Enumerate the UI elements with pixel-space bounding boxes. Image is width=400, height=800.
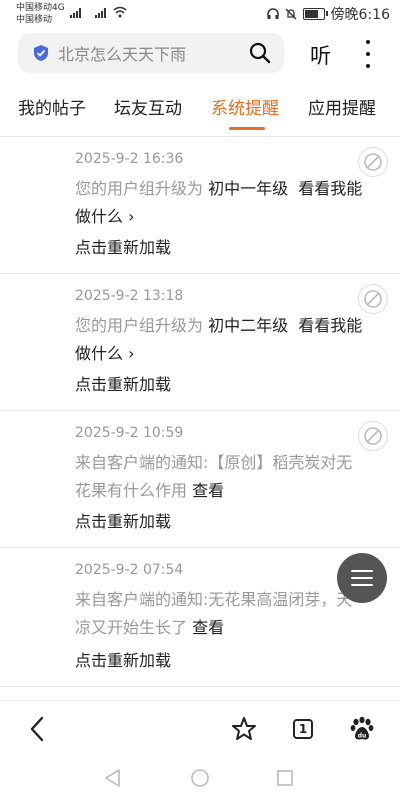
star-icon[interactable]: [228, 713, 260, 745]
mute-bell-icon: [285, 8, 297, 20]
wifi-icon: [113, 6, 127, 18]
tab-system-alerts[interactable]: 系统提醒: [211, 94, 279, 119]
reload-link[interactable]: 点击重新加载: [75, 508, 171, 532]
baidu-paw-icon[interactable]: du: [346, 713, 378, 745]
active-tab-indicator: [229, 127, 265, 130]
back-arrow-icon[interactable]: [22, 713, 54, 745]
signal-icon: [70, 8, 81, 18]
ban-icon[interactable]: [358, 284, 388, 314]
status-bar: 中国移动4G 中国移动 傍晚6:16: [0, 0, 400, 26]
reload-link[interactable]: 点击重新加载: [75, 371, 171, 395]
browser-toolbar: 1 du: [0, 700, 400, 757]
reload-link[interactable]: 点击重新加载: [75, 647, 171, 671]
carrier-info: 中国移动4G 中国移动: [16, 2, 65, 26]
notification-time: 2025-9-2 10:59: [75, 425, 184, 441]
notification-message: 来自客户端的通知:【原创】稻壳炭对无花果有什么作用 查看: [75, 449, 365, 505]
search-bar[interactable]: 北京怎么天天下雨: [18, 33, 284, 73]
ban-icon[interactable]: [358, 147, 388, 177]
notification-item[interactable]: 2025-9-2 13:18 您的用户组升级为 初中二年级 看看我能做什么 › …: [0, 274, 400, 411]
reload-link[interactable]: 点击重新加载: [75, 234, 171, 258]
view-link[interactable]: 查看: [192, 618, 224, 637]
shield-check-icon: [34, 45, 48, 61]
system-nav-bar: [0, 756, 400, 800]
circle-home-icon[interactable]: [190, 768, 210, 788]
user-group-name: 初中二年级: [208, 316, 289, 335]
message-text: 您的用户组升级为: [75, 179, 204, 198]
svg-text:du: du: [358, 733, 367, 740]
notification-message: 来自客户端的通知:无花果高温闭芽，天凉又开始生长了 查看: [75, 586, 360, 642]
header: 北京怎么天天下雨 听: [0, 30, 400, 80]
listen-button[interactable]: 听: [310, 40, 331, 70]
triangle-back-icon[interactable]: [104, 768, 122, 788]
notification-message: 您的用户组升级为 初中一年级 看看我能做什么 ›: [75, 175, 365, 231]
square-recent-icon[interactable]: [276, 769, 294, 787]
user-group-name: 初中一年级: [208, 179, 289, 198]
notification-item[interactable]: 2025-9-2 10:59 来自客户端的通知:【原创】稻壳炭对无花果有什么作用…: [0, 411, 400, 548]
ban-icon[interactable]: [358, 421, 388, 451]
tabs-button[interactable]: 1: [287, 713, 319, 745]
battery-icon: [302, 8, 328, 20]
search-icon[interactable]: [248, 41, 272, 65]
tab-my-posts[interactable]: 我的帖子: [18, 94, 86, 119]
carrier-1: 中国移动4G: [16, 3, 65, 13]
signal-icon-2: [95, 8, 106, 18]
search-query[interactable]: 北京怎么天天下雨: [58, 41, 248, 65]
floating-menu-button[interactable]: [337, 553, 387, 603]
message-text: 您的用户组升级为: [75, 316, 204, 335]
carrier-2: 中国移动: [16, 15, 53, 25]
clock: 傍晚6:16: [330, 7, 390, 23]
more-vertical-icon[interactable]: [358, 40, 378, 68]
tab-app-alerts[interactable]: 应用提醒: [308, 94, 376, 119]
notification-item[interactable]: 2025-9-2 16:36 您的用户组升级为 初中一年级 看看我能做什么 › …: [0, 137, 400, 274]
battery-fill: [304, 10, 319, 18]
headphone-icon: [266, 8, 279, 19]
tab-interactions[interactable]: 坛友互动: [114, 94, 182, 119]
tab-bar: 我的帖子 坛友互动 系统提醒 应用提醒: [0, 86, 400, 137]
notification-message: 您的用户组升级为 初中二年级 看看我能做什么 ›: [75, 312, 365, 368]
notification-time: 2025-9-2 16:36: [75, 151, 184, 167]
tab-count: 1: [293, 719, 313, 739]
status-right: 傍晚6:16: [266, 4, 390, 24]
notification-time: 2025-9-2 07:54: [75, 562, 184, 578]
notification-time: 2025-9-2 13:18: [75, 288, 184, 304]
view-link[interactable]: 查看: [192, 481, 224, 500]
